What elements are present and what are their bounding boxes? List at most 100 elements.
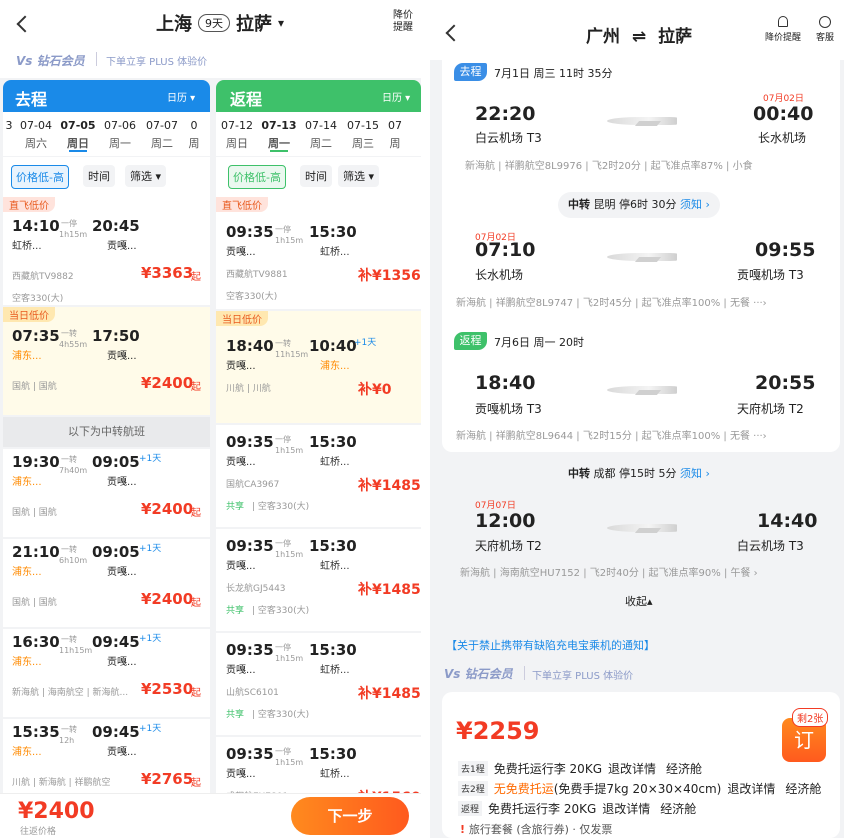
flight-card[interactable]: 直飞低价 14:10 一停 1h15m 20:45 虹桥... 贡嘎... 西藏航TV9882… [3,197,210,305]
duration: 1h15m [275,236,304,245]
next-day-label: +1天 [139,634,162,644]
member-plus-text: 下单立享 PLUS 体验价 [106,57,208,68]
flight-card[interactable]: 21:10 一转 6h10m 09:05 +1天 浦东... 贡嘎... 国航 | 国航 ¥24… [3,539,210,627]
date-tab[interactable]: 07-12 周日 [216,112,258,156]
price-alert-button[interactable]: 降价提醒 [763,16,803,43]
route-title[interactable]: 上海 9天 拉萨 ▾ [156,10,284,36]
return-sort-price-button[interactable]: 价格低-高 [228,165,286,189]
date-tab[interactable]: 07-14 周二 [300,112,342,156]
flight-card[interactable]: 09:35 一停 1h15m 15:30 贡嘎... 虹桥... 国航CA3967 共享 | 空… [216,425,421,527]
date-tab-weekday: 周六 [25,137,47,150]
filter-button[interactable]: 筛选 ▾ [125,165,167,187]
fare-rule-row: 返程 免费托运行李 20KG 退改详情 经济舱 [458,798,838,818]
flight-card[interactable]: 19:30 一转 7h40m 09:05 +1天 浦东... 贡嘎... 国航 | 国航 ¥24… [3,449,210,537]
date-tab-date: 07-04 [20,119,52,132]
return-calendar-button[interactable]: 日历 ▾ [382,89,410,104]
right-panel: 广州 ⇌ 拉萨 降价提醒 客服 去程 7月1日 周三 11时 35分 22:20… [430,0,844,838]
arr-time: 09:55 [755,239,816,261]
date-tab[interactable]: 07 周 [384,112,406,156]
member-plus-text: 下单立享 PLUS 体验价 [532,671,634,682]
dep-time: 09:35 [226,433,274,451]
flight-info[interactable]: 新海航 | 祥鹏航空8L9976 | 飞2时20分 | 起飞准点率87% | 小… [465,157,753,172]
aircraft: 空客330(大) [226,292,278,302]
price: 补¥1485 [358,686,421,702]
date-tab[interactable]: 07-13 周一 [258,112,300,156]
date-tab[interactable]: 07-06 周一 [99,112,141,156]
aircraft: | 空客330(大) [252,710,310,720]
diamond-member-logo: Vs 钻石会员 [16,54,85,68]
arr-airport: 贡嘎... [107,351,137,362]
flight-info[interactable]: 新海航 | 祥鹏航空8L9644 | 飞2时15分 | 起飞准点率100% | … [456,427,767,442]
collapse-button[interactable]: 收起▴ [625,593,653,609]
swap-icon[interactable]: ⇌ [632,27,646,47]
price: 补¥1356 [358,268,421,284]
date-tab[interactable]: 07-05 周日 [57,112,99,156]
dep-airport: 贡嘎... [226,561,256,572]
customer-service-button[interactable]: 客服 [813,16,837,43]
flight-card[interactable]: 当日低价 18:40 一转 11h15m 10:40 +1天 贡嘎... 浦东... 川航 | … [216,311,421,423]
dep-time: 09:35 [226,537,274,555]
date-tab-weekday: 周 [188,137,200,150]
plane-icon [607,117,677,125]
dep-time: 15:35 [12,723,60,741]
arr-time: 15:30 [309,433,357,451]
date-tab[interactable]: 07-04 周六 [15,112,57,156]
return-sort-time-button[interactable]: 时间 [300,165,332,187]
service-icon [819,16,831,28]
airline: 长龙航GJ5443 [226,584,286,594]
dep-airport: 长水机场 [475,268,524,282]
codeshare-label: 共享 [226,710,245,720]
dep-time: 07:10 [475,239,536,261]
next-day-label: +1天 [139,724,162,734]
date-tab[interactable]: 07-15 周三 [342,112,384,156]
arr-airport: 贡嘎... [107,567,137,578]
flight-card[interactable]: 当日低价 07:35 一转 4h55m 17:50 浦东... 贡嘎... 国航 | 国航 ¥2… [3,307,210,415]
airline: 西藏航TV9881 [226,270,288,280]
route-to: 拉萨 [236,14,272,35]
date-tab[interactable]: 3 [3,112,15,156]
price-alert-button[interactable]: 降价 提醒 [388,10,418,34]
fare-rules-list: 去1程 免费托运行李 20KG 退改详情 经济舱 去2程 无免费托运 (免费手提7kg 20… [458,758,838,818]
route-title: 广州 ⇌ 拉萨 [586,22,692,47]
refund-details-link[interactable]: 退改详情 [602,800,650,817]
arr-time: 15:30 [309,537,357,555]
warning-icon: ! [460,823,469,836]
flight-card[interactable]: 16:30 一转 11h15m 09:45 +1天 浦东... 贡嘎... 新海航 | 海南航… [3,629,210,717]
refund-details-link[interactable]: 退改详情 [608,760,656,777]
bell-icon [778,16,788,27]
arr-airport: 虹桥... [320,665,350,676]
outbound-title: 去程 [15,90,48,109]
outbound-date-strip: 3 07-04 周六 07-05 周日 07-06 周一 07-07 周二 0 周 [3,112,210,156]
stop-label: 一停 [275,225,291,234]
transfer-notice-link[interactable]: 须知 › [680,198,710,211]
outbound-header: 去程 日历 ▾ [3,80,210,112]
outbound-flight-list: 直飞低价 14:10 一停 1h15m 20:45 虹桥... 贡嘎... 西藏航TV9882… [3,197,210,807]
duration: 12h [59,736,75,745]
battery-notice-link[interactable]: 【关于禁止携带有缺陷充电宝乘机的通知】 [446,637,655,653]
package-row[interactable]: ! 旅行套餐 (含旅行券) · 仅发票 [460,821,612,837]
refund-details-link[interactable]: 退改详情 [727,780,775,797]
left-footer: ¥2400 往返价格 下一步 [0,793,421,838]
date-tab-date: 07-07 [146,119,178,132]
outbound-calendar-button[interactable]: 日历 ▾ [167,89,195,104]
date-tab[interactable]: 0周 [183,112,205,156]
transfer-pill[interactable]: 中转 昆明 停6时 30分 须知 › [558,192,720,218]
flight-card[interactable]: 09:35 一停 1h15m 15:30 贡嘎... 虹桥... 山航SC6101 共享 | 空… [216,633,421,735]
flight-info[interactable]: 新海航 | 祥鹏航空8L9747 | 飞2时45分 | 起飞准点率100% | … [456,294,767,309]
sort-time-button[interactable]: 时间 [83,165,115,187]
fare-rule-row: 去1程 免费托运行李 20KG 退改详情 经济舱 [458,758,838,778]
dep-time: 07:35 [12,327,60,345]
dep-airport: 浦东... [12,477,42,488]
duration: 6h10m [59,556,88,565]
return-filter-button[interactable]: 筛选 ▾ [338,165,380,187]
date-tab[interactable]: 07-07 周二 [141,112,183,156]
flight-card[interactable]: 09:35 一停 1h15m 15:30 贡嘎... 虹桥... 长龙航GJ5443 共享 | … [216,529,421,631]
next-step-button[interactable]: 下一步 [291,797,409,835]
dep-airport: 浦东... [12,567,42,578]
transfer-pill[interactable]: 中转 成都 停15时 5分 须知 › [558,461,720,487]
next-day-label: +1天 [354,338,377,348]
sort-price-button[interactable]: 价格低-高 [11,165,69,189]
flight-card[interactable]: 直飞低价 09:35 一停 1h15m 15:30 贡嘎... 虹桥... 西藏航TV9881… [216,197,421,309]
flight-info[interactable]: 新海航 | 海南航空HU7152 | 飞2时40分 | 起飞准点率90% | 午… [460,564,758,579]
transfer-notice-link[interactable]: 须知 › [680,467,710,480]
